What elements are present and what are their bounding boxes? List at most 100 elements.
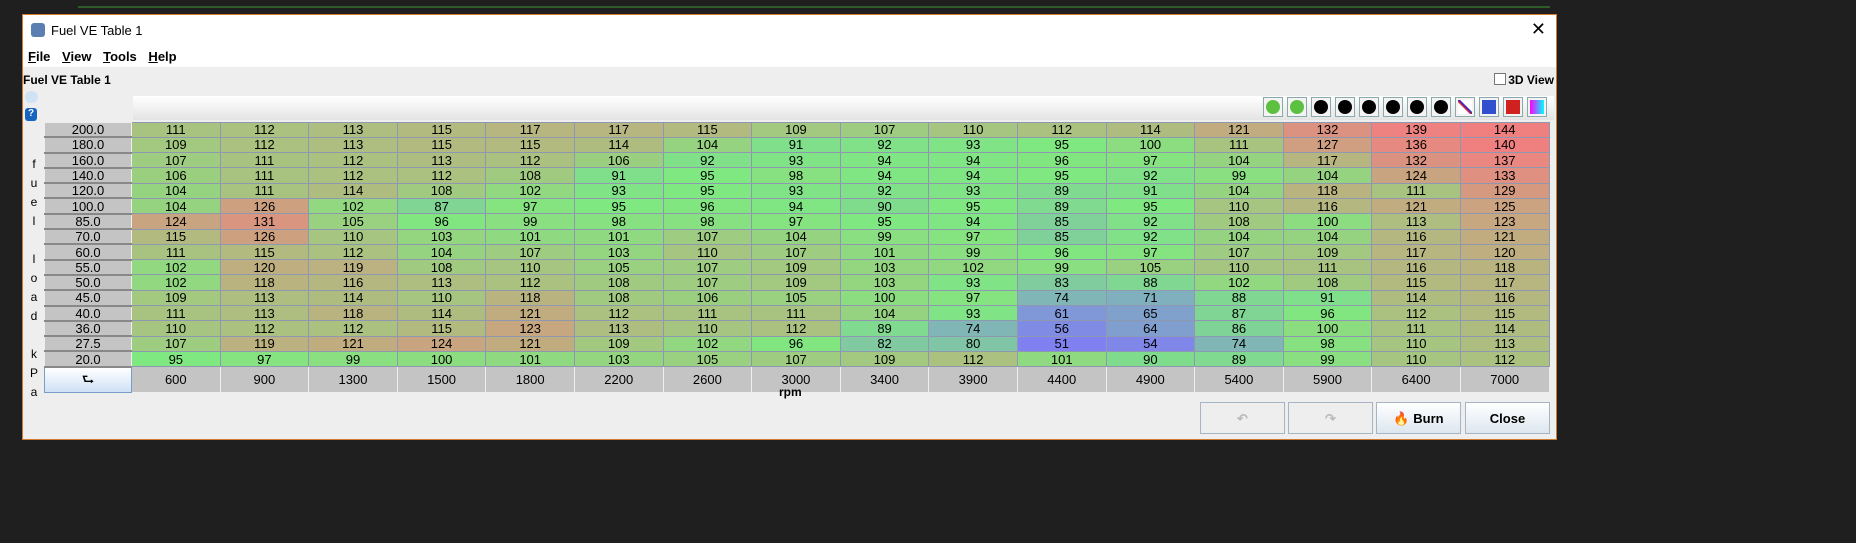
ve-cell[interactable]: 117 (1371, 243, 1461, 261)
ve-cell[interactable]: 107 (1194, 243, 1284, 261)
ve-cell[interactable]: 61 (1016, 305, 1107, 322)
ve-cell[interactable]: 106 (573, 152, 664, 169)
ve-cell[interactable]: 94 (928, 213, 1018, 230)
ve-cell[interactable]: 109 (1282, 243, 1373, 261)
ve-cell[interactable]: 64 (1105, 320, 1196, 337)
ve-cell[interactable]: 107 (662, 274, 753, 291)
ve-cell[interactable]: 127 (1282, 136, 1373, 154)
rpm-bin[interactable]: 7000 (1459, 366, 1550, 393)
ve-cell[interactable]: 92 (1105, 228, 1196, 245)
ve-cell[interactable]: 124 (396, 335, 487, 352)
ve-cell[interactable]: 112 (485, 274, 575, 291)
ve-cell[interactable]: 107 (485, 243, 575, 261)
ve-cell[interactable]: 117 (573, 122, 664, 138)
close-window-icon[interactable]: ✕ (1531, 19, 1546, 40)
ve-cell[interactable]: 115 (396, 136, 487, 154)
rpm-bin[interactable]: 1300 (308, 366, 398, 393)
load-bin[interactable]: 100.0 (44, 197, 132, 215)
ve-cell[interactable]: 112 (308, 243, 398, 261)
ve-cell[interactable]: 87 (1194, 305, 1284, 322)
ve-cell[interactable]: 111 (1282, 259, 1373, 276)
ve-cell[interactable]: 108 (573, 289, 664, 307)
ve-cell[interactable]: 97 (928, 289, 1018, 307)
ve-cell[interactable]: 93 (928, 182, 1018, 199)
ve-cell[interactable]: 93 (928, 136, 1018, 154)
ve-cell[interactable]: 93 (751, 182, 841, 199)
ve-cell[interactable]: 121 (308, 335, 398, 352)
ve-cell[interactable]: 101 (573, 228, 664, 245)
ve-cell[interactable]: 95 (573, 197, 664, 215)
ve-cell[interactable]: 110 (131, 320, 221, 337)
rpm-bin[interactable]: 3900 (928, 366, 1018, 393)
rpm-bin[interactable]: 900 (219, 366, 310, 393)
ve-cell[interactable]: 89 (1016, 182, 1107, 199)
ve-cell[interactable]: 125 (1459, 197, 1550, 215)
ve-cell[interactable]: 111 (1194, 136, 1284, 154)
ve-cell[interactable]: 110 (308, 228, 398, 245)
ve-cell[interactable]: 102 (485, 182, 575, 199)
ve-cell[interactable]: 132 (1371, 152, 1461, 169)
ve-cell[interactable]: 85 (1016, 228, 1107, 245)
ve-cell[interactable]: 108 (573, 274, 664, 291)
ve-cell[interactable]: 111 (1371, 182, 1461, 199)
ve-cell[interactable]: 93 (751, 152, 841, 169)
ve-cell[interactable]: 111 (131, 305, 221, 322)
menu-help[interactable]: Help (148, 45, 176, 64)
ve-cell[interactable]: 102 (308, 197, 398, 215)
ve-cell[interactable]: 110 (1371, 335, 1461, 352)
ve-cell[interactable]: 123 (1459, 213, 1550, 230)
ve-cell[interactable]: 109 (131, 136, 221, 154)
ve-cell[interactable]: 126 (219, 228, 310, 245)
ve-cell[interactable]: 112 (573, 305, 664, 322)
ve-cell[interactable]: 103 (573, 350, 664, 368)
ve-cell[interactable]: 112 (485, 152, 575, 169)
ve-cell[interactable]: 129 (1459, 182, 1550, 199)
ve-cell[interactable]: 99 (1194, 167, 1284, 184)
rpm-bin[interactable]: 1500 (396, 366, 487, 393)
ve-cell[interactable]: 131 (219, 213, 310, 230)
ve-cell[interactable]: 144 (1459, 122, 1550, 138)
load-bin[interactable]: 40.0 (44, 305, 132, 322)
ve-cell[interactable]: 133 (1459, 167, 1550, 184)
ve-cell[interactable]: 112 (219, 320, 310, 337)
rpm-bin[interactable]: 2200 (573, 366, 664, 393)
plus-button[interactable] (1407, 97, 1427, 117)
ve-cell[interactable]: 126 (219, 197, 310, 215)
rpm-bin[interactable]: 5400 (1194, 366, 1284, 393)
ve-cell[interactable]: 111 (131, 122, 221, 138)
ve-cell[interactable]: 109 (751, 122, 841, 138)
ve-cell[interactable]: 91 (573, 167, 664, 184)
ve-cell[interactable]: 118 (485, 289, 575, 307)
ve-cell[interactable]: 97 (1105, 243, 1196, 261)
ve-cell[interactable]: 104 (1282, 228, 1373, 245)
ve-cell[interactable]: 115 (1371, 274, 1461, 291)
ve-cell[interactable]: 118 (219, 274, 310, 291)
ve-cell[interactable]: 103 (396, 228, 487, 245)
ve-cell[interactable]: 116 (308, 274, 398, 291)
load-bin[interactable]: 140.0 (44, 167, 132, 185)
ve-cell[interactable]: 101 (485, 228, 575, 245)
ve-cell[interactable]: 117 (1459, 274, 1550, 291)
ve-cell[interactable]: 104 (396, 243, 487, 261)
ve-cell[interactable]: 98 (751, 167, 841, 184)
rpm-bin[interactable]: 3400 (839, 366, 930, 393)
menu-file[interactable]: File (28, 45, 50, 64)
ve-cell[interactable]: 74 (928, 320, 1018, 337)
ve-cell[interactable]: 100 (839, 289, 930, 307)
ve-cell[interactable]: 118 (1282, 182, 1373, 199)
load-bin[interactable]: 50.0 (44, 274, 132, 292)
load-bin[interactable]: 27.5 (44, 335, 132, 353)
ve-cell[interactable]: 105 (662, 350, 753, 368)
ve-cell[interactable]: 116 (1371, 228, 1461, 245)
ve-cell[interactable]: 115 (1459, 305, 1550, 322)
ve-cell[interactable]: 136 (1371, 136, 1461, 154)
ve-cell[interactable]: 111 (219, 182, 310, 199)
ve-cell[interactable]: 114 (1371, 289, 1461, 307)
ve-cell[interactable]: 102 (131, 274, 221, 291)
ve-cell[interactable]: 111 (219, 152, 310, 169)
minus-button[interactable] (1383, 97, 1403, 117)
ve-cell[interactable]: 95 (131, 350, 221, 368)
ve-cell[interactable]: 110 (662, 243, 753, 261)
ve-cell[interactable]: 109 (131, 289, 221, 307)
ve-cell[interactable]: 137 (1459, 152, 1550, 169)
